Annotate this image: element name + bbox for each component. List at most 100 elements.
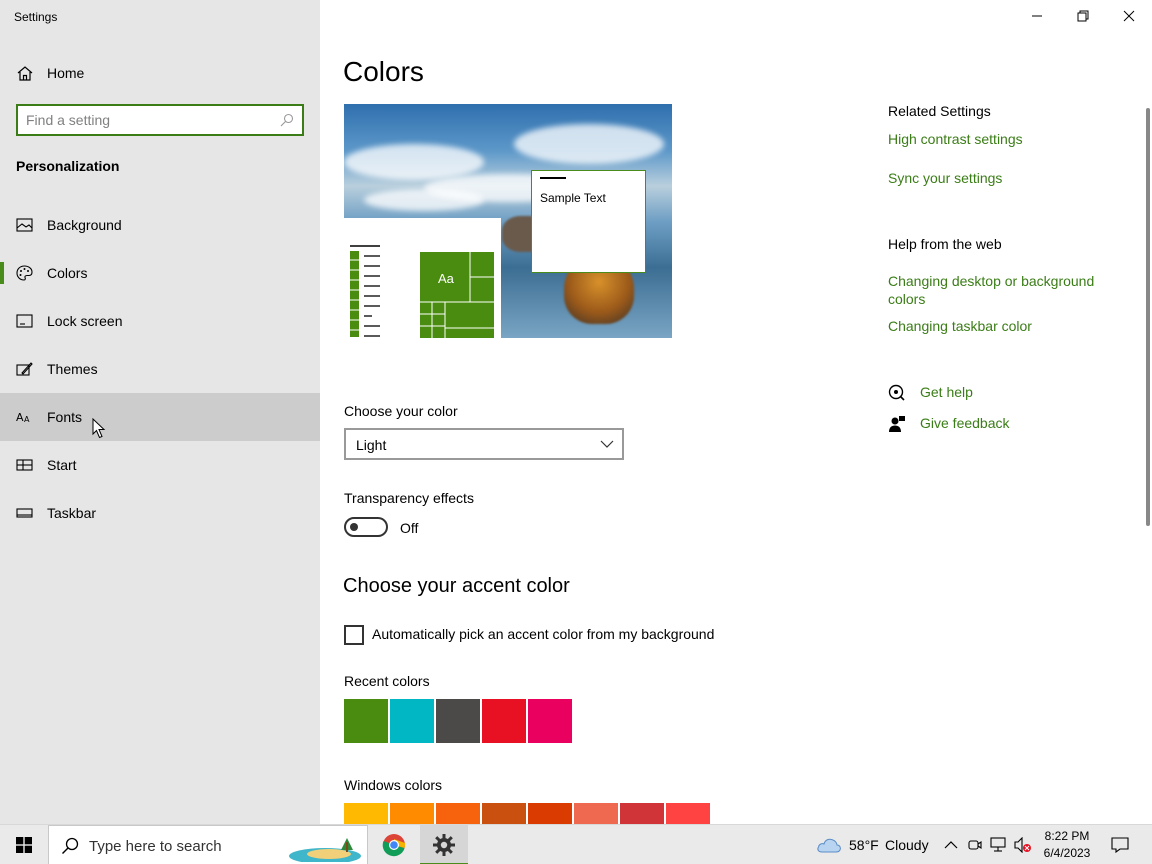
section-title: Personalization: [16, 158, 120, 174]
gear-icon: [433, 834, 455, 856]
color-preview: Aa Sample Text: [344, 104, 672, 338]
preview-tiles: Aa: [420, 252, 494, 338]
recent-color-swatch[interactable]: [344, 699, 388, 743]
cloudy-weather-icon: [817, 838, 841, 853]
chevron-down-icon: [600, 440, 614, 448]
start-icon: [16, 459, 33, 471]
get-help-label: Get help: [920, 384, 973, 400]
recent-color-swatch[interactable]: [528, 699, 572, 743]
sidebar-item-taskbar[interactable]: Taskbar: [0, 489, 320, 537]
sidebar-item-themes[interactable]: Themes: [0, 345, 320, 393]
mouse-cursor-icon: [92, 418, 106, 439]
transparency-label: Transparency effects: [344, 490, 474, 506]
system-clock[interactable]: 8:22 PM 6/4/2023: [1036, 828, 1098, 862]
palette-icon: [16, 265, 33, 281]
preview-window-titlebar: [540, 177, 566, 179]
home-icon: [17, 66, 33, 81]
clock-date: 6/4/2023: [1043, 846, 1091, 860]
meet-now-icon[interactable]: [968, 838, 982, 852]
search-icon[interactable]: [280, 113, 294, 127]
recent-colors-label: Recent colors: [344, 673, 430, 689]
sidebar-item-fonts[interactable]: A A Fonts: [0, 393, 320, 441]
sidebar-item-label: Background: [47, 217, 122, 233]
find-setting-input[interactable]: [26, 111, 274, 129]
recent-color-swatch[interactable]: [390, 699, 434, 743]
start-button[interactable]: [0, 825, 48, 864]
page-title: Colors: [343, 56, 424, 87]
weather-temperature[interactable]: 58°F: [849, 837, 879, 853]
clock-time: 8:22 PM: [1044, 829, 1090, 843]
feedback-icon: [889, 416, 905, 432]
sidebar-item-label: Colors: [47, 265, 88, 281]
close-button[interactable]: [1106, 0, 1152, 32]
fonts-icon: A A: [16, 411, 30, 424]
preview-window: Sample Text: [531, 170, 646, 273]
settings-taskbar-button[interactable]: [420, 825, 468, 864]
close-icon: [1123, 10, 1135, 22]
image-icon: [16, 218, 33, 232]
preview-app-list: [350, 245, 380, 337]
transparency-state: Off: [400, 520, 419, 536]
sidebar-item-background[interactable]: Background: [0, 201, 320, 249]
home-nav-item[interactable]: Home: [0, 56, 320, 90]
choose-color-value: Light: [356, 437, 387, 453]
sync-settings-link[interactable]: Sync your settings: [888, 169, 1128, 187]
svg-text:A: A: [24, 415, 30, 424]
preview-tile-text: Aa: [438, 271, 455, 286]
preview-sample-text: Sample Text: [540, 191, 606, 205]
give-feedback-label: Give feedback: [920, 415, 1010, 431]
notification-center-icon[interactable]: [1111, 837, 1129, 853]
restore-button[interactable]: [1060, 0, 1106, 32]
windows-colors-label: Windows colors: [344, 777, 443, 793]
home-label: Home: [47, 65, 85, 81]
minimize-icon: [1032, 15, 1042, 17]
taskbar: Type here to search 58°F Cloudy 8:22 PM …: [0, 824, 1152, 864]
preview-cloud: [364, 189, 484, 211]
sidebar: Settings Home Personalization Background…: [0, 0, 320, 824]
volume-muted-icon[interactable]: [1014, 837, 1032, 853]
sidebar-item-label: Taskbar: [47, 505, 97, 521]
help-chat-icon: [888, 384, 905, 401]
toggle-knob: [350, 523, 358, 531]
choose-color-label: Choose your color: [344, 403, 458, 419]
recent-color-swatch[interactable]: [482, 699, 526, 743]
chrome-icon: [382, 834, 406, 857]
sidebar-item-label: Fonts: [47, 409, 83, 425]
related-settings-heading: Related Settings: [888, 103, 991, 119]
preview-cloud: [514, 124, 664, 164]
auto-accent-label[interactable]: Automatically pick an accent color from …: [372, 626, 714, 642]
sidebar-item-lock-screen[interactable]: Lock screen: [0, 297, 320, 345]
search-highlight-art-icon: [289, 836, 361, 862]
chrome-taskbar-button[interactable]: [370, 825, 418, 864]
search-icon: [62, 837, 79, 854]
sidebar-item-label: Start: [47, 457, 77, 473]
sidebar-item-start[interactable]: Start: [0, 441, 320, 489]
restore-icon: [1077, 10, 1089, 22]
network-icon[interactable]: [990, 837, 1008, 853]
lock-screen-icon: [16, 314, 33, 328]
weather-description[interactable]: Cloudy: [885, 837, 929, 853]
transparency-toggle[interactable]: [344, 517, 388, 537]
changing-background-colors-link[interactable]: Changing desktop or background colors: [888, 272, 1118, 308]
auto-accent-checkbox[interactable]: [344, 625, 364, 645]
taskbar-icon: [16, 508, 33, 518]
accent-heading: Choose your accent color: [343, 575, 570, 597]
active-indicator: [0, 262, 4, 284]
find-setting-search[interactable]: [16, 104, 304, 136]
choose-color-dropdown[interactable]: Light: [344, 428, 624, 460]
sidebar-item-colors[interactable]: Colors: [0, 249, 320, 297]
recent-color-swatch[interactable]: [436, 699, 480, 743]
svg-text:A: A: [16, 411, 24, 424]
help-from-web-heading: Help from the web: [888, 236, 1002, 252]
high-contrast-link[interactable]: High contrast settings: [888, 130, 1128, 148]
vertical-scrollbar[interactable]: [1146, 108, 1150, 526]
taskbar-search-placeholder: Type here to search: [89, 838, 222, 855]
changing-taskbar-color-link[interactable]: Changing taskbar color: [888, 317, 1128, 335]
sidebar-item-label: Themes: [47, 361, 98, 377]
sidebar-item-label: Lock screen: [47, 313, 123, 329]
taskbar-search-box[interactable]: Type here to search: [48, 825, 368, 864]
app-title: Settings: [14, 10, 58, 24]
windows-logo-icon: [16, 837, 32, 853]
minimize-button[interactable]: [1014, 0, 1060, 32]
chevron-up-icon[interactable]: [944, 840, 958, 850]
